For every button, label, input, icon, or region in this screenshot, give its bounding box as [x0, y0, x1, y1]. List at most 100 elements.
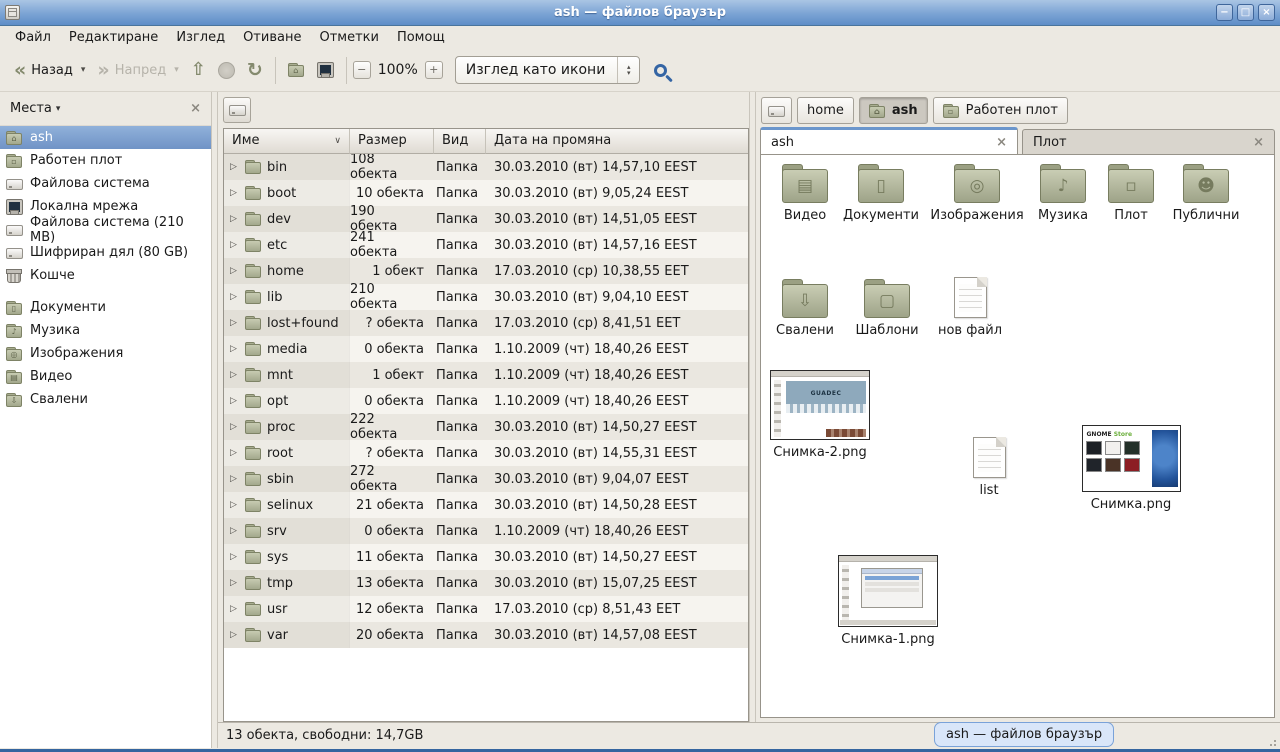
sidebar-item[interactable]: ▤Видео [0, 365, 211, 388]
expander-icon[interactable]: ▷ [227, 630, 240, 640]
table-row[interactable]: ▷media0 обектаПапка1.10.2009 (чт) 18,40,… [224, 336, 748, 362]
sidebar-close-icon[interactable]: × [190, 101, 201, 116]
table-row[interactable]: ▷root? обектаПапка30.03.2010 (вт) 14,55,… [224, 440, 748, 466]
breadcrumb-button[interactable]: ⌂ash [859, 97, 928, 124]
expander-icon[interactable]: ▷ [227, 266, 240, 276]
icon-view-item[interactable]: GNOME StoreСнимка.png [1081, 425, 1181, 513]
icon-view-item[interactable]: ▫Плот [1099, 165, 1163, 224]
menu-item-5[interactable]: Помощ [388, 26, 454, 49]
menu-item-4[interactable]: Отметки [310, 26, 387, 49]
table-row[interactable]: ▷etc241 обектаПапка30.03.2010 (вт) 14,57… [224, 232, 748, 258]
back-dropdown-icon[interactable]: ▾ [81, 65, 86, 75]
reload-button[interactable]: ↻ [241, 57, 269, 83]
minimize-button[interactable]: − [1216, 4, 1233, 21]
expander-icon[interactable]: ▷ [227, 552, 240, 562]
zoom-out-button[interactable]: − [353, 61, 371, 79]
titlebar[interactable]: ash — файлов браузър − □ × [0, 0, 1280, 26]
close-button[interactable]: × [1258, 4, 1275, 21]
table-row[interactable]: ▷boot10 обектаПапка30.03.2010 (вт) 9,05,… [224, 180, 748, 206]
sidebar-item[interactable]: ⌂ash [0, 126, 211, 149]
expander-icon[interactable]: ▷ [227, 474, 240, 484]
icon-view-item[interactable]: list [957, 437, 1021, 499]
sidebar-item[interactable]: ⇩Свалени [0, 388, 211, 411]
sidebar-item[interactable]: Файлова система [0, 172, 211, 195]
tab-ash[interactable]: ash× [760, 127, 1018, 154]
table-row[interactable]: ▷lib210 обектаПапка30.03.2010 (вт) 9,04,… [224, 284, 748, 310]
table-row[interactable]: ▷proc222 обектаПапка30.03.2010 (вт) 14,5… [224, 414, 748, 440]
computer-button[interactable] [311, 58, 340, 82]
expander-icon[interactable]: ▷ [227, 162, 240, 172]
expander-icon[interactable]: ▷ [227, 526, 240, 536]
icon-view-item[interactable]: ☻Публични [1165, 165, 1247, 224]
stop-button[interactable] [212, 58, 241, 83]
menu-item-3[interactable]: Отиване [234, 26, 310, 49]
expander-icon[interactable]: ▷ [227, 318, 240, 328]
forward-button[interactable]: » Напред ▾ [91, 57, 184, 83]
expander-icon[interactable]: ▷ [227, 240, 240, 250]
table-row[interactable]: ▷usr12 обектаПапка17.03.2010 (ср) 8,51,4… [224, 596, 748, 622]
icon-view-item[interactable]: ▯Документи [837, 165, 925, 224]
search-icon[interactable] [654, 64, 667, 77]
tab-close-icon[interactable]: × [996, 135, 1007, 150]
forward-dropdown-icon[interactable]: ▾ [174, 65, 179, 75]
table-row[interactable]: ▷tmp13 обектаПапка30.03.2010 (вт) 15,07,… [224, 570, 748, 596]
sidebar-item[interactable]: ♪Музика [0, 319, 211, 342]
table-row[interactable]: ▷sbin272 обектаПапка30.03.2010 (вт) 9,04… [224, 466, 748, 492]
icon-view-item[interactable]: ⇩Свалени [767, 280, 843, 339]
sidebar-item[interactable]: ▯Документи [0, 296, 211, 319]
resize-grip[interactable] [1266, 736, 1276, 746]
table-row[interactable]: ▷mnt1 обектПапка1.10.2009 (чт) 18,40,26 … [224, 362, 748, 388]
table-row[interactable]: ▷selinux21 обектаПапка30.03.2010 (вт) 14… [224, 492, 748, 518]
tab-close-icon[interactable]: × [1253, 135, 1264, 150]
menu-item-0[interactable]: Файл [6, 26, 60, 49]
breadcrumb-button[interactable] [761, 97, 792, 124]
icon-view-item[interactable]: ▤Видео [765, 165, 845, 224]
expander-icon[interactable]: ▷ [227, 344, 240, 354]
breadcrumb-button[interactable]: home [797, 97, 854, 124]
expander-icon[interactable]: ▷ [227, 578, 240, 588]
expander-icon[interactable]: ▷ [227, 604, 240, 614]
back-button[interactable]: « Назад ▾ [8, 57, 91, 83]
sidebar-title[interactable]: Места [10, 101, 52, 116]
table-row[interactable]: ▷sys11 обектаПапка30.03.2010 (вт) 14,50,… [224, 544, 748, 570]
home-button[interactable]: ⌂ [282, 58, 311, 82]
table-row[interactable]: ▷dev190 обектаПапка30.03.2010 (вт) 14,51… [224, 206, 748, 232]
view-mode-select[interactable]: Изглед като икони ▴▾ [455, 56, 641, 84]
tab-Плот[interactable]: Плот× [1022, 129, 1275, 154]
table-row[interactable]: ▷lost+found? обектаПапка17.03.2010 (ср) … [224, 310, 748, 336]
view-mode-spinner-icon[interactable]: ▴▾ [617, 57, 639, 83]
table-row[interactable]: ▷bin108 обектаПапка30.03.2010 (вт) 14,57… [224, 154, 748, 180]
sidebar-item[interactable]: Файлова система (210 MB) [0, 218, 211, 241]
up-button[interactable]: ⇧ [185, 57, 212, 83]
column-header-date[interactable]: Дата на промяна [486, 129, 748, 154]
icon-view-item[interactable]: Снимка-1.png [837, 555, 939, 648]
table-row[interactable]: ▷srv0 обектаПапка1.10.2009 (чт) 18,40,26… [224, 518, 748, 544]
icon-view-item[interactable]: ◎Изображения [935, 165, 1019, 224]
sidebar-item[interactable]: ◎Изображения [0, 342, 211, 365]
icon-view[interactable]: ▤Видео▯Документи◎Изображения♪Музика▫Плот… [760, 154, 1275, 718]
sidebar-item[interactable]: ▫Работен плот [0, 149, 211, 172]
icon-view-item[interactable]: GUADECСнимка-2.png [769, 370, 871, 461]
pane-splitter[interactable] [749, 92, 756, 722]
pane-splitter[interactable] [211, 92, 218, 748]
expander-icon[interactable]: ▷ [227, 500, 240, 510]
menu-item-1[interactable]: Редактиране [60, 26, 167, 49]
table-row[interactable]: ▷home1 обектПапка17.03.2010 (ср) 10,38,5… [224, 258, 748, 284]
expander-icon[interactable]: ▷ [227, 448, 240, 458]
menu-item-2[interactable]: Изглед [167, 26, 234, 49]
column-header-type[interactable]: Вид [434, 129, 486, 154]
expander-icon[interactable]: ▷ [227, 396, 240, 406]
column-header-size[interactable]: Размер [350, 129, 434, 154]
sidebar-item[interactable]: Шифриран дял (80 GB) [0, 241, 211, 264]
expander-icon[interactable]: ▷ [227, 214, 240, 224]
breadcrumb-button[interactable]: ▫Работен плот [933, 97, 1068, 124]
column-header-name[interactable]: Име ∨ [224, 129, 350, 154]
expander-icon[interactable]: ▷ [227, 370, 240, 380]
table-row[interactable]: ▷var20 обектаПапка30.03.2010 (вт) 14,57,… [224, 622, 748, 648]
maximize-button[interactable]: □ [1237, 4, 1254, 21]
expander-icon[interactable]: ▷ [227, 422, 240, 432]
icon-view-item[interactable]: ▢Шаблони [847, 280, 927, 339]
icon-view-item[interactable]: нов файл [931, 277, 1009, 339]
zoom-in-button[interactable]: + [425, 61, 443, 79]
expander-icon[interactable]: ▷ [227, 188, 240, 198]
